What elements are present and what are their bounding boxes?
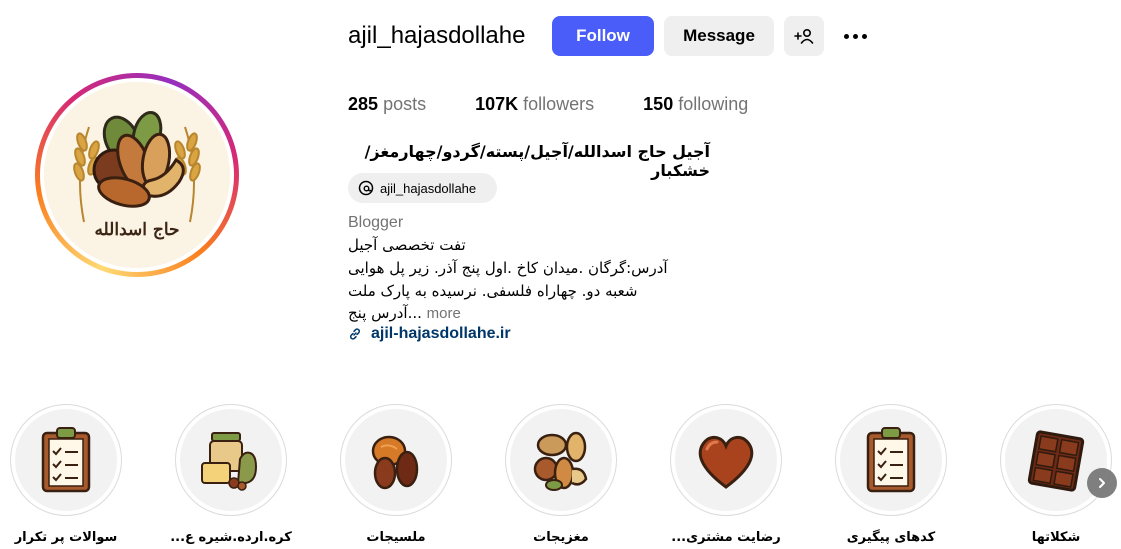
add-person-icon — [794, 28, 814, 44]
nuts-logo-icon — [44, 82, 230, 268]
followers-count: 107K — [475, 94, 519, 114]
chevron-right-icon — [1099, 478, 1105, 488]
message-button[interactable]: Message — [664, 16, 774, 56]
follow-button[interactable]: Follow — [552, 16, 654, 56]
link-icon — [349, 328, 361, 340]
more-options-button[interactable] — [838, 24, 872, 48]
followers-label: followers — [523, 94, 595, 114]
bio-more-link[interactable]: more — [427, 305, 461, 322]
heart-icon — [698, 436, 754, 489]
ellipsis-icon — [843, 33, 849, 39]
clipboard-checklist-icon — [866, 427, 916, 493]
threads-icon — [358, 180, 374, 196]
highlight-label: کدهای پیگیری — [846, 530, 936, 545]
highlight-label: ملسیجات — [366, 530, 426, 545]
bio-truncated-line: آدرس پنج... more — [348, 304, 461, 322]
nuts-icon — [533, 431, 588, 491]
highlight-item[interactable] — [340, 404, 452, 516]
highlight-item[interactable] — [670, 404, 782, 516]
threads-handle: ajil_hajasdollahe — [380, 180, 477, 196]
highlight-label: مغزیجات — [533, 530, 589, 545]
bio-truncated-text: آدرس پنج... — [348, 304, 422, 322]
profile-username: ajil_hajasdollahe — [348, 22, 526, 49]
avatar: حاج اسدالله — [44, 82, 230, 268]
website-text: ajil-hajasdollahe.ir — [371, 325, 511, 342]
clipboard-checklist-icon — [41, 427, 91, 493]
bio-line: شعبه دو. چهاراه فلسفی. نرسیده به پارک مل… — [348, 282, 638, 300]
avatar-border: حاج اسدالله — [40, 78, 234, 272]
profile-stats: 285 posts 107K followers 150 following — [348, 94, 797, 115]
highlights-next-button[interactable] — [1087, 468, 1117, 498]
highlight-label: کره.ارده.شیره ع... — [170, 530, 292, 545]
website-link[interactable]: ajil-hajasdollahe.ir — [348, 325, 511, 343]
avatar-brand-text: حاج اسدالله — [94, 220, 180, 240]
threads-link[interactable]: ajil_hajasdollahe — [348, 173, 497, 203]
posts-stat: 285 posts — [348, 94, 426, 115]
highlight-item[interactable] — [505, 404, 617, 516]
highlight-item[interactable] — [10, 404, 122, 516]
highlight-label: سوالات پر تکرار — [14, 530, 118, 545]
dried-fruit-icon — [371, 435, 419, 490]
following-count: 150 — [643, 94, 674, 114]
highlight-label: شکلاتها — [1031, 530, 1081, 545]
jars-icon — [201, 432, 258, 491]
following-label: following — [678, 94, 749, 114]
profile-avatar-ring[interactable]: حاج اسدالله — [35, 73, 239, 277]
posts-label: posts — [383, 94, 427, 114]
highlight-label: رضایت مشتری... — [671, 530, 781, 545]
highlight-item[interactable] — [1000, 404, 1112, 516]
posts-count: 285 — [348, 94, 379, 114]
bio-line: آدرس:گرگان .میدان کاخ .اول پنج آذر. زیر … — [348, 259, 668, 277]
bio-line: تفت تخصصی آجیل — [348, 236, 466, 254]
profile-category: Blogger — [348, 214, 404, 231]
following-stat[interactable]: 150 following — [643, 94, 748, 115]
highlight-item[interactable] — [835, 404, 947, 516]
chocolate-icon — [1027, 430, 1085, 492]
suggest-similar-button[interactable] — [784, 16, 824, 56]
highlight-item[interactable] — [175, 404, 287, 516]
followers-stat[interactable]: 107K followers — [475, 94, 594, 115]
